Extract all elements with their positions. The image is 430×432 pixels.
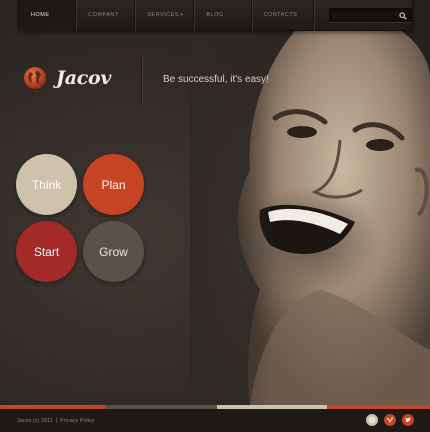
twitter-icon[interactable]: [402, 414, 414, 426]
caret-down-icon: ▾: [180, 11, 184, 18]
tagline: Be successful, it's easy!: [163, 74, 269, 85]
think-button[interactable]: Think: [16, 154, 77, 215]
dribbble-icon[interactable]: [366, 414, 378, 426]
nav-item-label: SERVICES: [147, 12, 179, 18]
brand-name: Jacov: [56, 67, 112, 89]
search-box: [328, 8, 412, 27]
nav-item-blog[interactable]: BLOG: [194, 0, 252, 31]
start-button[interactable]: Start: [16, 221, 77, 282]
nav-item-label: HOME: [31, 12, 50, 18]
nav-item-label: CONTACTS: [263, 12, 298, 18]
nav-item-company[interactable]: COMPANY: [76, 0, 136, 31]
search-input[interactable]: [329, 15, 400, 27]
search-icon[interactable]: [399, 12, 407, 20]
footer-text: Jacov (c) 2011 | Privacy Policy: [17, 418, 94, 424]
vimeo-icon[interactable]: [384, 414, 396, 426]
nav-item-label: COMPANY: [88, 12, 120, 18]
plan-label: Plan: [101, 177, 126, 192]
copyright: Jacov (c) 2011: [17, 418, 53, 424]
footer-separator: |: [55, 418, 58, 424]
top-navigation: HOME COMPANY SERVICES ▾ BLOG CONTACTS: [18, 0, 413, 31]
think-label: Think: [31, 177, 62, 192]
start-label: Start: [33, 244, 60, 259]
header-divider: [141, 57, 142, 105]
footer: Jacov (c) 2011 | Privacy Policy: [0, 409, 430, 432]
logo[interactable]: Jacov: [23, 66, 111, 90]
globe-icon: [24, 67, 46, 89]
nav-item-label: BLOG: [206, 12, 224, 18]
plan-button[interactable]: Plan: [83, 154, 144, 215]
grow-button[interactable]: Grow: [83, 221, 144, 282]
nav-item-services[interactable]: SERVICES ▾: [135, 0, 195, 31]
hero-photo: [190, 0, 430, 405]
nav-item-contacts[interactable]: CONTACTS: [252, 0, 314, 31]
grow-label: Grow: [99, 244, 128, 259]
privacy-policy-link[interactable]: Privacy Policy: [60, 418, 94, 424]
nav-item-home[interactable]: HOME: [19, 0, 77, 31]
